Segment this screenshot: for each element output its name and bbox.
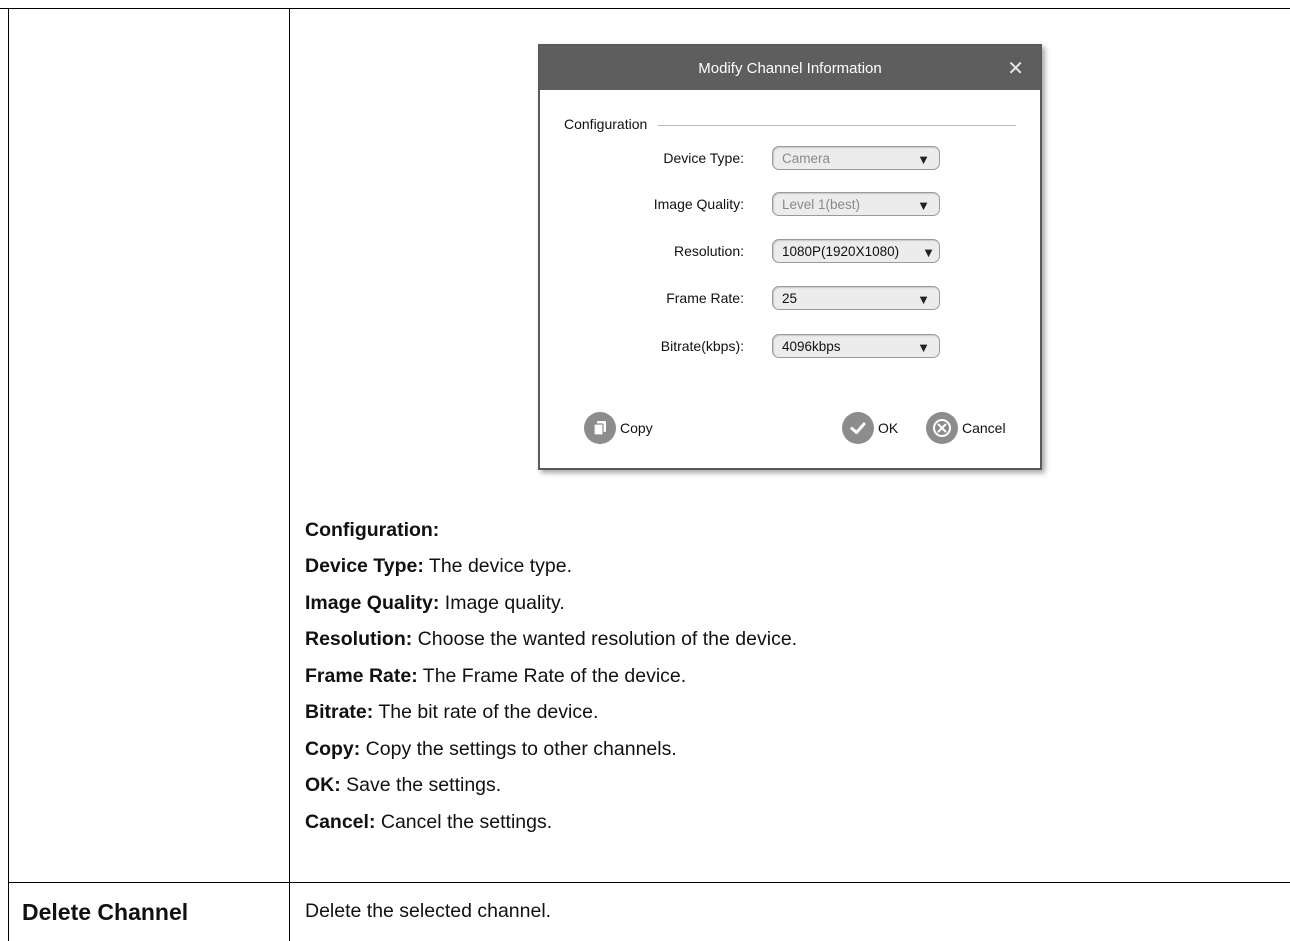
dropdown-arrow-icon: ▼ [917,198,930,213]
doc-item: Copy: Copy the settings to other channel… [305,738,677,761]
doc-desc: Choose the wanted resolution of the devi… [412,628,798,650]
table-row-divider [8,882,1290,883]
doc-desc: The bit rate of the device. [373,701,599,723]
doc-term: Resolution: [305,628,413,650]
dialog-titlebar: Modify Channel Information ✕ [540,46,1040,90]
close-icon[interactable]: ✕ [1007,56,1024,81]
doc-term: Frame Rate: [305,665,418,687]
cancel-button[interactable]: Cancel [926,412,1006,444]
bitrate-value: 4096kbps [782,339,841,354]
delete-channel-label: Delete Channel [22,899,189,925]
doc-item: Bitrate: The bit rate of the device. [305,701,598,724]
dialog-title: Modify Channel Information [698,59,882,77]
frame-rate-value: 25 [782,291,798,306]
dropdown-arrow-icon: ▼ [922,245,935,260]
table-left-border [8,8,9,941]
table-column-divider [289,8,290,941]
doc-item: Image Quality: Image quality. [305,592,565,615]
configuration-heading: Configuration: [305,519,439,542]
resolution-value: 1080P(1920X1080) [782,244,900,259]
doc-desc: The Frame Rate of the device. [417,665,687,687]
device-type-select[interactable]: Camera ▼ [772,146,940,170]
doc-term: Copy: [305,738,361,760]
doc-desc: The device type. [423,555,573,577]
dropdown-arrow-icon: ▼ [917,292,930,307]
doc-item: Resolution: Choose the wanted resolution… [305,628,797,651]
doc-term: Bitrate: [305,701,374,723]
ok-button[interactable]: OK [842,412,898,444]
cancel-icon [926,412,958,444]
doc-desc: Copy the settings to other channels. [360,738,677,760]
heading-text: Configuration: [305,519,440,541]
copy-button[interactable]: Copy [584,412,653,444]
image-quality-select[interactable]: Level 1(best) ▼ [772,192,940,216]
doc-term: OK: [305,774,341,796]
group-divider [658,125,1016,126]
doc-item: Cancel: Cancel the settings. [305,811,552,834]
doc-term: Cancel: [305,811,376,833]
image-quality-label: Image Quality: [653,196,744,212]
bitrate-select[interactable]: 4096kbps ▼ [772,334,940,358]
field-row-bitrate: Bitrate(kbps): 4096kbps ▼ [540,334,1040,360]
ok-button-label: OK [878,420,899,436]
copy-icon [584,412,616,444]
doc-term: Device Type: [305,555,424,577]
doc-desc: Save the settings. [340,774,502,796]
doc-item: Device Type: The device type. [305,555,572,578]
field-row-frame-rate: Frame Rate: 25 ▼ [540,286,1040,312]
frame-rate-label: Frame Rate: [666,290,744,306]
cancel-button-label: Cancel [962,420,1006,436]
field-row-device-type: Device Type: Camera ▼ [540,146,1040,172]
resolution-select[interactable]: 1080P(1920X1080) ▼ [772,239,940,263]
doc-item: Frame Rate: The Frame Rate of the device… [305,665,686,688]
table-top-border [0,8,1290,9]
field-row-image-quality: Image Quality: Level 1(best) ▼ [540,192,1040,218]
modify-channel-dialog: Modify Channel Information ✕ Configurati… [538,44,1042,470]
device-type-label: Device Type: [663,150,744,166]
resolution-label: Resolution: [673,243,744,259]
doc-term: Image Quality: [305,592,440,614]
delete-channel-description: Delete the selected channel. [305,900,552,922]
dropdown-arrow-icon: ▼ [917,152,930,167]
bitrate-label: Bitrate(kbps): [660,338,744,354]
copy-button-label: Copy [620,420,653,436]
doc-desc: Image quality. [439,592,565,614]
frame-rate-select[interactable]: 25 ▼ [772,286,940,310]
doc-item: OK: Save the settings. [305,774,501,797]
device-type-value: Camera [782,151,831,166]
image-quality-value: Level 1(best) [782,197,861,212]
dropdown-arrow-icon: ▼ [917,340,930,355]
check-icon [842,412,874,444]
configuration-group-label: Configuration [564,116,652,132]
doc-desc: Cancel the settings. [375,811,553,833]
field-row-resolution: Resolution: 1080P(1920X1080) ▼ [540,239,1040,265]
